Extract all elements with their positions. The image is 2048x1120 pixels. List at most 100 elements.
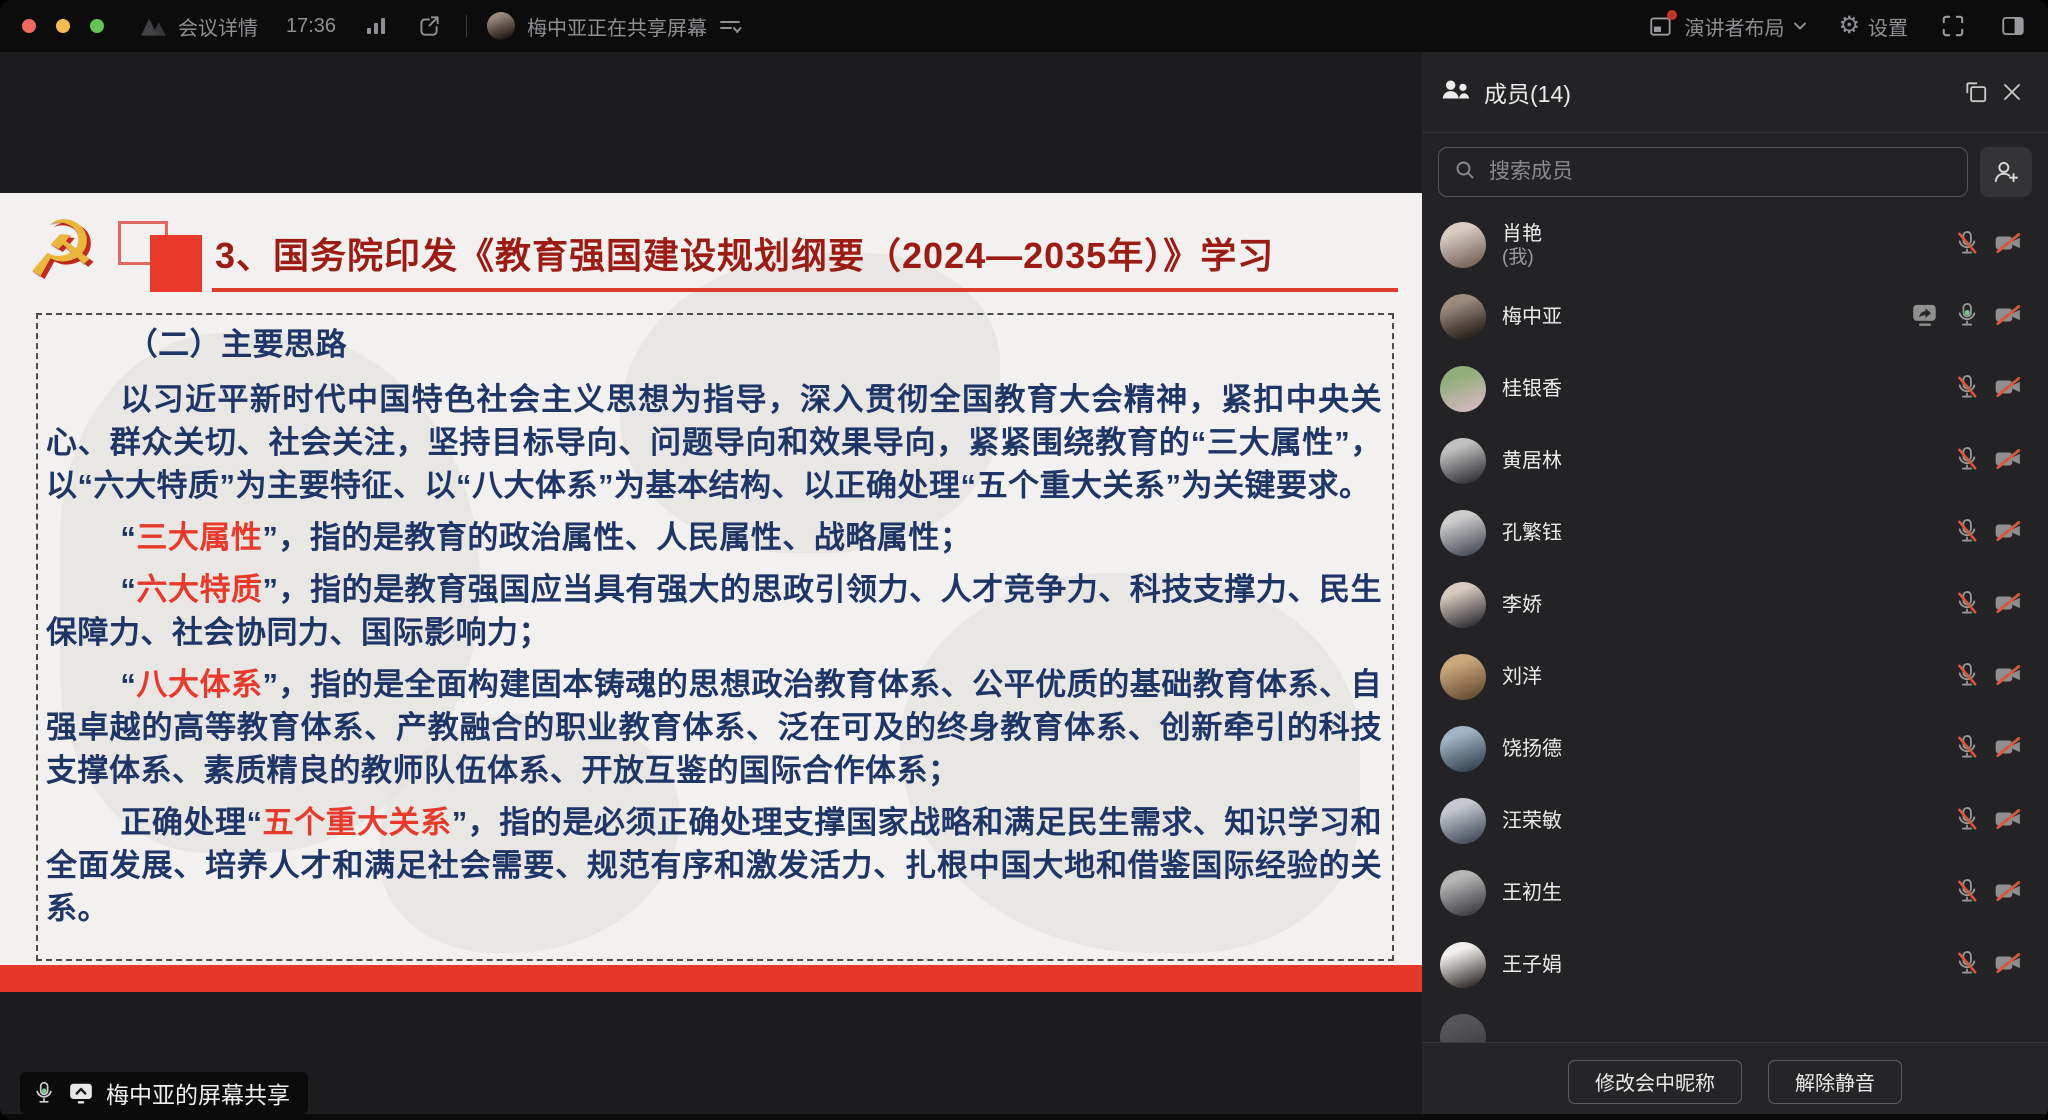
share-options-icon[interactable] [717, 15, 743, 37]
slide-title: 3、国务院印发《教育强国建设规划纲要（2024—2035年）》学习 [215, 227, 1405, 279]
highlighted-red-term: 五个重大关系 [263, 805, 452, 840]
close-window-button[interactable] [22, 19, 36, 33]
slide-paragraph: 正确处理“五个重大关系”，指的是必须正确处理支撑国家战略和满足民生需求、知识学习… [46, 801, 1382, 930]
member-name-block: 王初生 [1502, 881, 1954, 905]
network-signal-icon[interactable] [364, 15, 388, 37]
layout-icon[interactable] [1648, 14, 1674, 38]
camera-off-icon [1994, 302, 2022, 333]
paragraph-text: “ [120, 520, 136, 555]
camera-off-icon [1994, 662, 2022, 693]
microphone-active-icon [1954, 302, 1980, 333]
layout-notification-dot [1667, 10, 1677, 20]
slide-body-box: （二）主要思路以习近平新时代中国特色社会主义思想为指导，深入贯彻全国教育大会精神… [36, 313, 1394, 961]
slide-bottom-bar [0, 965, 1422, 992]
minimize-window-button[interactable] [56, 19, 70, 33]
member-row[interactable]: 饶扬德 [1422, 713, 2048, 785]
avatar [1440, 510, 1486, 556]
member-name: 王子娟 [1502, 953, 1954, 977]
avatar [1440, 654, 1486, 700]
search-members-input[interactable] [1487, 159, 1953, 185]
member-row[interactable]: 李娇 [1422, 569, 2048, 641]
member-name-block: 孔繁钰 [1502, 521, 1954, 545]
member-row[interactable]: 肖艳(我) [1422, 209, 2048, 281]
member-row[interactable]: 王初生 [1422, 857, 2048, 929]
member-name: 肖艳 [1502, 222, 1954, 246]
modify-nickname-button[interactable]: 修改会中昵称 [1568, 1060, 1742, 1104]
member-row[interactable]: 王子娟 [1422, 929, 2048, 1001]
search-box[interactable] [1438, 147, 1968, 197]
member-name: 梅中亚 [1502, 305, 1910, 329]
avatar [1440, 582, 1486, 628]
member-name: 孔繁钰 [1502, 521, 1954, 545]
settings-button[interactable]: 设置 [1868, 12, 1908, 41]
meeting-window: 会议详情 17:36 梅中亚正在共享屏幕 [0, 0, 2048, 1120]
member-sharing-screen-icon [1910, 302, 1940, 333]
slide-paragraph: “六大特质”，指的是教育强国应当具有强大的思政引领力、人才竞争力、科技支撑力、民… [46, 568, 1382, 654]
member-name: 李娇 [1502, 593, 1954, 617]
member-name: 王初生 [1502, 881, 1954, 905]
share-export-icon[interactable] [416, 13, 442, 39]
camera-off-icon [1994, 590, 2022, 621]
microphone-muted-icon [1954, 806, 1980, 837]
member-name-block: 李娇 [1502, 593, 1954, 617]
member-name: 桂银香 [1502, 377, 1954, 401]
camera-off-icon [1994, 950, 2022, 981]
title-underline [212, 288, 1398, 292]
highlighted-red-term: 八大体系 [136, 667, 262, 702]
member-row[interactable]: 桂银香 [1422, 353, 2048, 425]
settings-gear-icon[interactable]: ⚙ [1838, 14, 1860, 38]
titlebar-divider [466, 15, 467, 37]
side-panel-toggle-icon[interactable] [2000, 14, 2026, 38]
popout-panel-icon[interactable] [1958, 74, 1994, 110]
member-status-icons [1954, 950, 2022, 981]
member-status-icons [1954, 734, 2022, 765]
microphone-muted-icon [1954, 950, 1980, 981]
member-list: 肖艳(我) 梅中亚桂银香黄居林孔繁钰李娇刘洋饶扬德汪荣敏王初生王子娟 [1422, 209, 2048, 1042]
microphone-muted-icon [1954, 878, 1980, 909]
member-name-block: 汪荣敏 [1502, 809, 1954, 833]
camera-off-icon [1994, 518, 2022, 549]
fullscreen-icon[interactable] [1940, 13, 1966, 39]
member-status-icons [1954, 446, 2022, 477]
window-bottom-edge [0, 1114, 2048, 1120]
layout-selector[interactable]: 演讲者布局 [1684, 12, 1784, 41]
paragraph-text: “ [120, 572, 136, 607]
shared-screen-area: ☭☭ 3、国务院印发《教育强国建设规划纲要（2024—2035年）》学习 （二）… [0, 52, 1422, 1120]
party-emblem-icon: ☭☭ [26, 203, 112, 295]
member-row[interactable]: 梅中亚 [1422, 281, 2048, 353]
member-status-icons [1954, 590, 2022, 621]
avatar [1440, 222, 1486, 268]
microphone-muted-icon [1954, 662, 1980, 693]
highlighted-red-term: 三大属性 [136, 520, 262, 555]
paragraph-text: 正确处理“ [120, 805, 262, 840]
zoom-window-button[interactable] [90, 19, 104, 33]
panel-footer: 修改会中昵称 解除静音 [1422, 1042, 2048, 1120]
slide-section-heading: （二）主要思路 [46, 323, 1382, 366]
microphone-muted-icon [1954, 230, 1980, 261]
member-name-block: 肖艳(我) [1502, 222, 1954, 269]
screen-sharing-icon [68, 1081, 94, 1105]
avatar [1440, 942, 1486, 988]
sharer-status: 梅中亚正在共享屏幕 [527, 12, 707, 41]
paragraph-text: 以习近平新时代中国特色社会主义思想为指导，深入贯彻全国教育大会精神，紧扣中央关心… [46, 382, 1382, 503]
members-icon [1440, 78, 1472, 107]
close-panel-icon[interactable] [1994, 74, 2030, 110]
member-name: 黄居林 [1502, 449, 1954, 473]
member-row[interactable] [1422, 1001, 2048, 1042]
screen-share-indicator: 梅中亚的屏幕共享 [20, 1072, 308, 1114]
avatar [1440, 1014, 1486, 1042]
slide-header: ☭☭ 3、国务院印发《教育强国建设规划纲要（2024—2035年）》学习 [0, 193, 1422, 313]
unmute-button[interactable]: 解除静音 [1768, 1060, 1902, 1104]
member-row[interactable]: 汪荣敏 [1422, 785, 2048, 857]
meeting-details-button[interactable]: 会议详情 [178, 12, 258, 41]
member-status-icons [1910, 302, 2022, 333]
member-self-tag: (我) [1502, 246, 1954, 269]
presentation-slide: ☭☭ 3、国务院印发《教育强国建设规划纲要（2024—2035年）》学习 （二）… [0, 193, 1422, 992]
add-member-button[interactable] [1980, 147, 2032, 197]
member-row[interactable]: 刘洋 [1422, 641, 2048, 713]
member-row[interactable]: 黄居林 [1422, 425, 2048, 497]
member-row[interactable]: 孔繁钰 [1422, 497, 2048, 569]
avatar [1440, 870, 1486, 916]
member-status-icons [1954, 230, 2022, 261]
members-panel-header: 成员(14) [1422, 52, 2048, 133]
